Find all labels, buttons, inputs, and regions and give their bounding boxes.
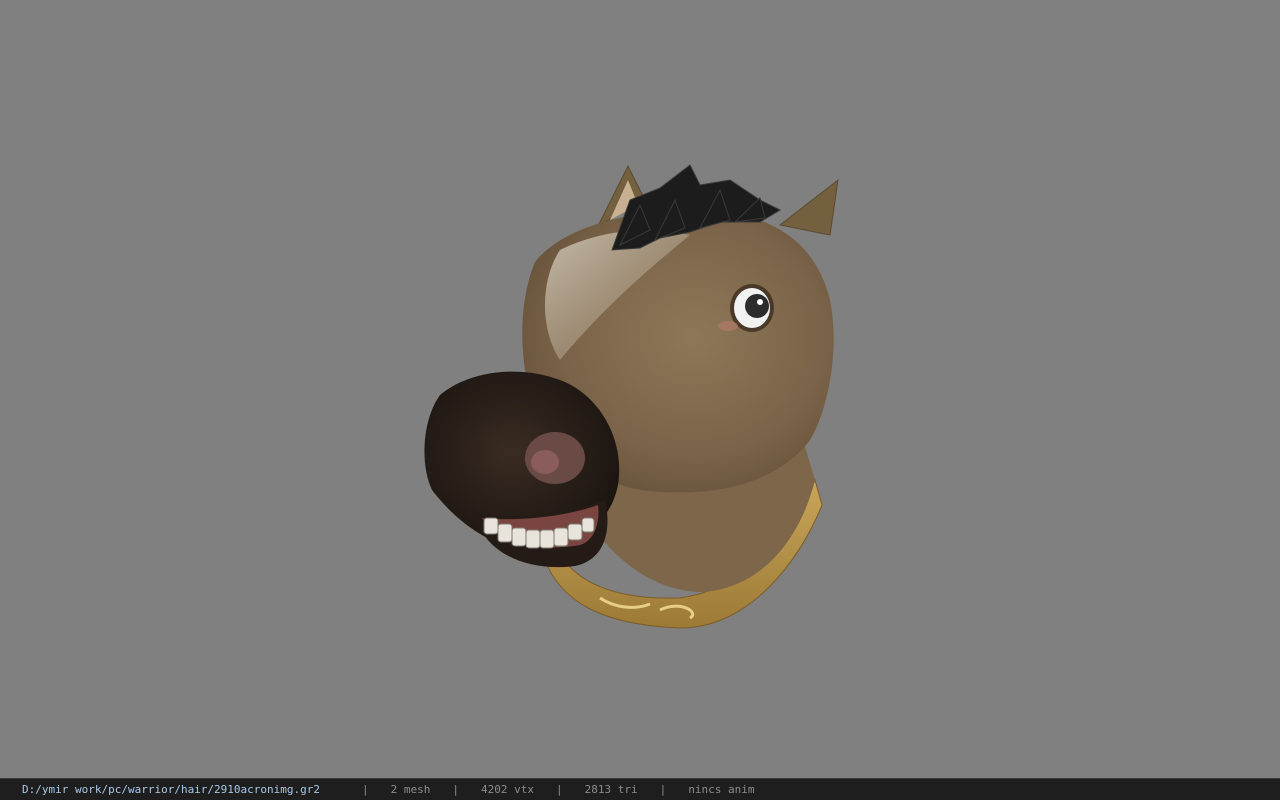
horse-head-model	[424, 164, 839, 629]
animation-status: nincs anim	[688, 783, 755, 796]
model-stats: | 2 mesh | 4202 vtx | 2813 tri | nincs anim	[362, 779, 754, 800]
3d-viewport[interactable]	[0, 0, 1280, 778]
status-bar: D:/ymir work/pc/warrior/hair/2910acronim…	[0, 778, 1280, 800]
mesh-count: 2 mesh	[390, 783, 431, 796]
status-separator: |	[555, 783, 563, 796]
file-path: D:/ymir work/pc/warrior/hair/2910acronim…	[22, 783, 321, 796]
status-separator: |	[452, 783, 459, 796]
nostril-inner	[531, 450, 559, 474]
vertex-count: 4202 vtx	[481, 783, 534, 796]
status-separator: |	[362, 783, 369, 796]
triangle-count: 2813 tri	[584, 783, 638, 796]
right-ear	[778, 178, 839, 236]
